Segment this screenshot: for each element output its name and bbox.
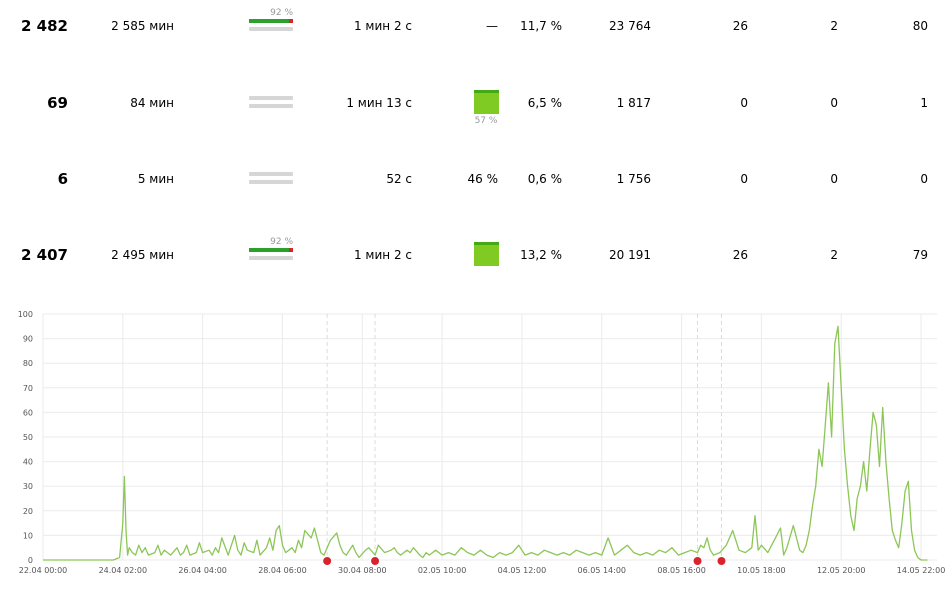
count2-cell: 2 xyxy=(830,19,838,33)
views-cell: 1 756 xyxy=(616,172,651,186)
y-tick-label: 30 xyxy=(23,482,33,491)
progress-label: 92 % xyxy=(270,237,293,247)
count3-cell: 1 xyxy=(920,96,928,110)
duration-cell: 1 мин 2 с xyxy=(353,248,412,262)
share-cell: 11,7 % xyxy=(520,19,562,33)
x-tick-label: 10.05 18:00 xyxy=(737,566,786,575)
time-cell: 2 585 мин xyxy=(111,19,174,33)
y-tick-label: 40 xyxy=(23,458,33,467)
y-tick-label: 50 xyxy=(23,433,33,442)
visits-cell: 69 xyxy=(47,94,68,112)
time-cell: 84 мин xyxy=(130,96,174,110)
y-tick-label: 70 xyxy=(23,384,33,393)
event-marker xyxy=(370,556,381,566)
x-tick-label: 24.04 02:00 xyxy=(99,566,148,575)
x-tick-label: 30.04 08:00 xyxy=(338,566,387,575)
count1-cell: 26 xyxy=(732,248,748,262)
count1-cell: 26 xyxy=(732,19,748,33)
table-row[interactable]: 2 482 2 585 мин 1 мин 2 с 11,7 % 23 764 26 2 80… xyxy=(0,6,946,46)
count3-cell: 80 xyxy=(912,19,928,33)
table-row[interactable]: 6 5 мин 52 с 0,6 % 1 756 0 0 0 46 % xyxy=(0,159,946,199)
series-line xyxy=(43,325,928,561)
table-row[interactable]: 69 84 мин 1 мин 13 с 6,5 % 1 817 0 0 1 57 % xyxy=(0,83,946,126)
ratio-cell: 46 % xyxy=(467,172,499,186)
ratio-square xyxy=(474,242,499,266)
y-tick-label: 100 xyxy=(18,310,33,319)
y-tick-label: 80 xyxy=(23,359,33,368)
y-tick-label: 10 xyxy=(23,531,33,540)
y-tick-label: 60 xyxy=(23,408,33,417)
x-tick-label: 28.04 06:00 xyxy=(258,566,307,575)
x-tick-label: 22.04 00:00 xyxy=(19,566,68,575)
y-tick-label: 20 xyxy=(23,507,33,516)
count1-cell: 0 xyxy=(740,172,748,186)
time-cell: 5 мин xyxy=(137,172,174,186)
x-tick-label: 04.05 12:00 xyxy=(498,566,547,575)
traffic-chart: 0 10 20 30 40 50 60 70 80 90 100 22.04 00:00 24.04 0… xyxy=(18,310,946,575)
x-tick-label: 06.05 14:00 xyxy=(578,566,627,575)
y-tick-label: 0 xyxy=(28,556,33,565)
views-cell: 23 764 xyxy=(609,19,651,33)
share-cell: 6,5 % xyxy=(527,96,562,110)
x-tick-label: 12.05 20:00 xyxy=(817,566,866,575)
share-cell: 13,2 % xyxy=(520,248,562,262)
progress-bar xyxy=(249,83,293,123)
ratio-square xyxy=(474,90,499,114)
progress-bar xyxy=(249,159,293,199)
duration-cell: 52 с xyxy=(386,172,412,186)
share-cell: 0,6 % xyxy=(527,172,562,186)
views-cell: 1 817 xyxy=(616,96,651,110)
x-tick-label: 14.05 22:00 xyxy=(897,566,946,575)
duration-cell: 1 мин 13 с xyxy=(346,96,412,110)
event-marker xyxy=(322,556,333,566)
event-marker xyxy=(692,556,703,566)
x-tick-label: 26.04 04:00 xyxy=(178,566,227,575)
table-row[interactable]: 2 407 2 495 мин 1 мин 2 с 13,2 % 20 191 26 2 79… xyxy=(0,235,946,275)
visits-cell: 2 482 xyxy=(21,17,68,35)
count2-cell: 0 xyxy=(830,96,838,110)
count3-cell: 79 xyxy=(912,248,928,262)
progress-bar: 92 % xyxy=(249,235,293,275)
ratio-cell: — xyxy=(486,19,498,33)
count3-cell: 0 xyxy=(920,172,928,186)
visits-cell: 6 xyxy=(57,170,68,188)
count2-cell: 0 xyxy=(830,172,838,186)
count2-cell: 2 xyxy=(830,248,838,262)
count1-cell: 0 xyxy=(740,96,748,110)
x-tick-label: 02.05 10:00 xyxy=(418,566,467,575)
progress-label: 92 % xyxy=(270,8,293,18)
duration-cell: 1 мин 2 с xyxy=(353,19,412,33)
visits-cell: 2 407 xyxy=(21,246,68,264)
x-tick-label: 08.05 16:00 xyxy=(657,566,706,575)
time-cell: 2 495 мин xyxy=(111,248,174,262)
ratio-label: 57 % xyxy=(474,116,498,126)
views-cell: 20 191 xyxy=(609,248,651,262)
progress-bar: 92 % xyxy=(249,6,293,46)
event-marker xyxy=(716,556,727,566)
y-tick-label: 90 xyxy=(23,335,33,344)
